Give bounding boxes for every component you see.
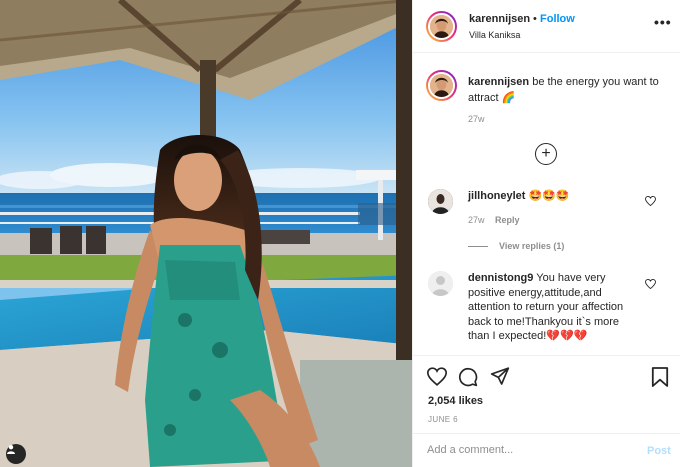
comment-icon[interactable] [458,367,478,387]
likes-count[interactable]: 2,054 likes [428,395,483,407]
reply-button[interactable]: Reply [495,215,520,225]
avatar-image [430,15,453,38]
caption-avatar[interactable] [426,70,457,101]
comment-text: jillhoneylet 🤩🤩🤩 [468,189,648,204]
avatar-image [428,189,453,214]
like-comment-heart-icon[interactable] [645,196,656,206]
caption-time[interactable]: 27w [468,114,485,124]
share-icon[interactable] [490,367,510,386]
post-caption: karennijsen be the energy you want to at… [468,74,668,106]
add-comment-bar: Post [413,433,680,467]
comment-text: dennistong9 You have very positive energ… [468,271,638,344]
header-separator: • [533,13,537,25]
author-username[interactable]: karennijsen [469,13,530,25]
post-sidebar: karennijsen • Follow Villa Kaniksa ••• k… [412,0,680,467]
post-date[interactable]: JUNE 6 [428,415,458,424]
post-photo-image [0,0,412,467]
like-comment-heart-icon[interactable] [645,279,656,289]
comment-username[interactable]: dennistong9 [468,272,533,284]
add-comment-input[interactable] [427,444,627,456]
save-bookmark-icon[interactable] [651,367,669,387]
comment-avatar[interactable] [428,271,453,296]
post-header: karennijsen • Follow Villa Kaniksa ••• [413,0,680,53]
default-avatar-icon [428,271,453,296]
more-options-icon[interactable]: ••• [654,14,672,30]
post-location[interactable]: Villa Kaniksa [469,30,520,40]
tagged-users-button[interactable] [6,444,26,464]
post-photo[interactable] [0,0,412,467]
caption-username[interactable]: karennijsen [468,76,529,88]
view-replies-divider [468,246,488,247]
view-replies-button[interactable]: View replies (1) [499,241,564,251]
comments-list[interactable]: karennijsen be the energy you want to at… [413,54,680,355]
load-more-comments-button[interactable]: + [535,143,557,165]
post-comment-button[interactable]: Post [647,445,671,457]
author-avatar[interactable] [426,11,457,42]
comment-time[interactable]: 27w [468,215,485,225]
comment-avatar[interactable] [428,189,453,214]
comment-body: 🤩🤩🤩 [525,190,570,202]
plus-icon: + [541,145,551,162]
follow-button[interactable]: Follow [540,13,575,25]
user-icon [7,445,15,454]
post-actions: 2,054 likes JUNE 6 [413,355,680,433]
comment-username[interactable]: jillhoneylet [468,190,525,202]
like-heart-icon[interactable] [427,367,447,386]
avatar-image [430,74,453,97]
